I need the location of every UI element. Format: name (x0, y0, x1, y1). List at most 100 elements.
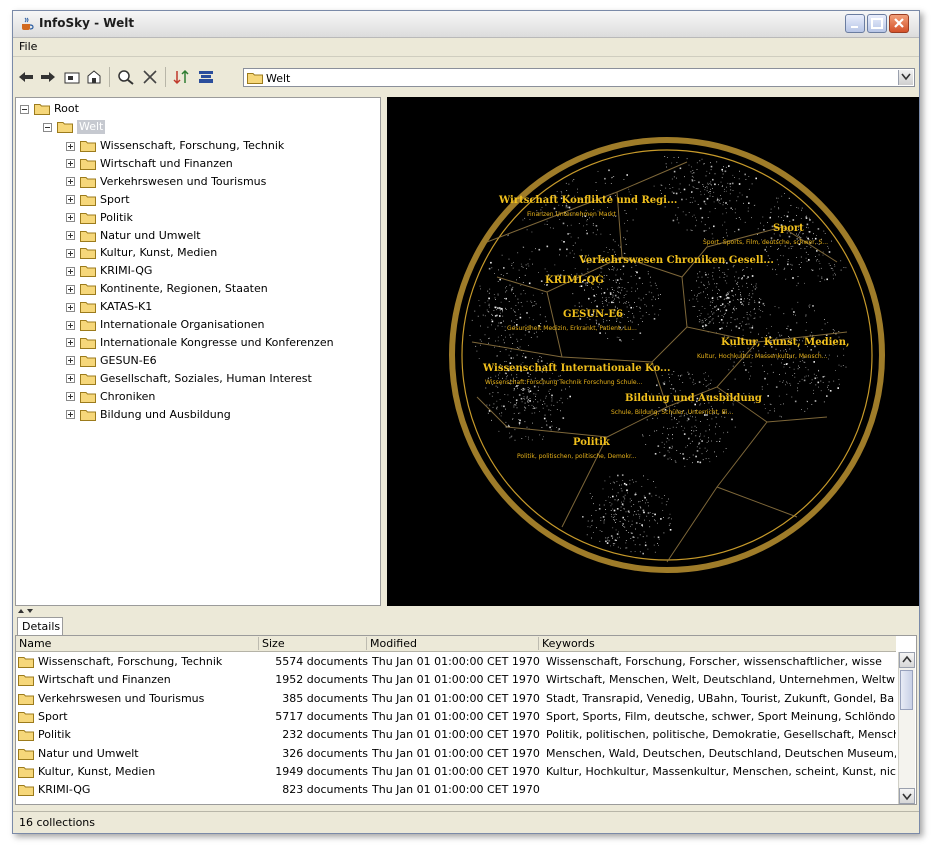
tab-details[interactable]: Details (17, 617, 63, 635)
tree-node[interactable]: Natur und Umwelt (66, 228, 201, 244)
table-row[interactable]: Kultur, Kunst, Medien 1949 documents Thu J… (16, 763, 896, 781)
column-header-name[interactable]: Name (19, 637, 51, 650)
sort-icon[interactable] (173, 69, 191, 85)
expand-toggle-icon[interactable] (66, 338, 75, 348)
back-arrow-icon[interactable] (17, 69, 35, 85)
folder-icon (80, 230, 96, 242)
expand-toggle-icon[interactable] (66, 374, 75, 384)
collapse-toggle-icon[interactable] (20, 104, 29, 114)
folder-icon (80, 176, 96, 188)
close-x-icon[interactable] (141, 69, 159, 85)
cluster-label[interactable]: GESUN-E6 (563, 309, 623, 320)
tree-label: KATAS-K1 (100, 300, 153, 314)
cluster-label[interactable]: Verkehrswesen Chroniken Gesell... (579, 255, 774, 266)
tree-node[interactable]: Internationale Organisationen (66, 317, 265, 333)
tree-node[interactable]: Kontinente, Regionen, Staaten (66, 281, 268, 297)
table-row[interactable]: Wissenschaft, Forschung, Technik 5574 doc… (16, 653, 896, 671)
cluster-keywords: Kultur, Hochkultur, Massenkultur, Mensch… (697, 353, 828, 360)
filter-icon[interactable] (197, 69, 215, 85)
vertical-scrollbar[interactable] (898, 652, 915, 804)
expand-toggle-icon[interactable] (66, 356, 75, 366)
cluster-label[interactable]: Wissenschaft Internationale Ko... (483, 363, 670, 374)
close-button[interactable] (889, 14, 909, 33)
cell-name: Verkehrswesen und Tourismus (38, 691, 205, 705)
tree-node[interactable]: Bildung und Ausbildung (66, 407, 231, 423)
collapse-toggle-icon[interactable] (43, 122, 52, 132)
main-window: InfoSky - Welt File Welt Root Welt Wisse… (12, 10, 920, 834)
table-row[interactable]: Wirtschaft und Finanzen 1952 documents Thu… (16, 671, 896, 689)
minimize-button[interactable] (845, 14, 865, 33)
tree-node[interactable]: Kultur, Kunst, Medien (66, 245, 217, 261)
tree-node-root[interactable]: Root (20, 101, 79, 117)
tree-node[interactable]: Verkehrswesen und Tourismus (66, 174, 266, 190)
table-row[interactable]: Sport 5717 documents Thu Jan 01 01:00:00 C… (16, 708, 896, 726)
expand-toggle-icon[interactable] (66, 231, 75, 240)
horizontal-splitter[interactable] (13, 607, 919, 615)
scroll-up-button[interactable] (899, 652, 915, 668)
column-header-keywords[interactable]: Keywords (538, 637, 595, 650)
tree-node[interactable]: Chroniken (66, 389, 155, 405)
table-row[interactable]: KRIMI-QG 823 documents Thu Jan 01 01:00:00… (16, 781, 896, 799)
menu-file[interactable]: File (19, 40, 37, 53)
folder-icon (80, 302, 96, 314)
splitter-arrows-icon[interactable] (17, 607, 37, 615)
cluster-label[interactable]: Sport (773, 223, 804, 234)
column-header-size[interactable]: Size (258, 637, 285, 650)
table-row[interactable]: Natur und Umwelt 326 documents Thu Jan 01 … (16, 745, 896, 763)
expand-toggle-icon[interactable] (66, 392, 75, 402)
cluster-label[interactable]: Politik (573, 437, 610, 448)
menu-bar: File (13, 38, 919, 57)
tree-node-welt[interactable]: Welt (43, 119, 106, 135)
tree-node[interactable]: Politik (66, 210, 133, 226)
expand-toggle-icon[interactable] (66, 141, 75, 151)
tree-node[interactable]: Internationale Kongresse und Konferenzen (66, 335, 334, 351)
maximize-button[interactable] (867, 14, 887, 33)
path-combobox[interactable]: Welt (243, 68, 915, 87)
cluster-keywords: Wissenschaft Forschung Technik Forschung… (485, 379, 643, 386)
expand-toggle-icon[interactable] (66, 284, 75, 294)
scrollbar-thumb[interactable] (900, 670, 913, 710)
tree-node[interactable]: Sport (66, 192, 130, 208)
combo-dropdown-button[interactable] (898, 70, 913, 85)
tree-label: GESUN-E6 (100, 353, 157, 367)
expand-toggle-icon[interactable] (66, 213, 75, 223)
expand-toggle-icon[interactable] (66, 159, 75, 169)
cell-keywords: Wirtschaft, Menschen, Welt, Deutschland,… (546, 673, 896, 687)
folder-icon (18, 785, 34, 797)
infosky-galaxy-view[interactable]: Wirtschaft Konflikte und Regi... Finanze… (387, 97, 919, 606)
search-zoom-icon[interactable] (117, 69, 135, 85)
table-row[interactable]: Politik 232 documents Thu Jan 01 01:00:00 … (16, 726, 896, 744)
path-value: Welt (266, 72, 291, 85)
cluster-label[interactable]: KRIMI-QG (545, 275, 604, 286)
expand-toggle-icon[interactable] (66, 410, 75, 419)
cell-name: Kultur, Kunst, Medien (38, 764, 156, 778)
expand-toggle-icon[interactable] (66, 302, 75, 312)
tree-node[interactable]: KRIMI-QG (66, 263, 152, 279)
cluster-label[interactable]: Bildung und Ausbildung (625, 393, 762, 404)
cluster-label[interactable]: Wirtschaft Konflikte und Regi... (499, 195, 677, 206)
column-header-modified[interactable]: Modified (366, 637, 417, 650)
folder-icon (80, 391, 96, 403)
cell-name: Politik (38, 728, 71, 742)
folder-up-icon[interactable] (63, 69, 81, 85)
expand-toggle-icon[interactable] (66, 195, 75, 205)
cell-modified: Thu Jan 01 01:00:00 CET 1970 (372, 673, 540, 687)
folder-icon (247, 73, 263, 84)
expand-toggle-icon[interactable] (66, 248, 75, 258)
tree-node[interactable]: Gesellschaft, Soziales, Human Interest (66, 371, 312, 387)
expand-toggle-icon[interactable] (66, 266, 75, 276)
tree-node[interactable]: Wissenschaft, Forschung, Technik (66, 138, 284, 154)
cluster-label[interactable]: Kultur, Kunst, Medien, (721, 337, 850, 348)
title-bar[interactable]: InfoSky - Welt (13, 11, 919, 38)
expand-toggle-icon[interactable] (66, 320, 75, 330)
tree-node[interactable]: KATAS-K1 (66, 299, 152, 315)
table-row[interactable]: Verkehrswesen und Tourismus 385 documents… (16, 690, 896, 708)
galaxy-map[interactable] (387, 97, 919, 606)
cluster-keywords: Sport, Sports, Film, deutsche, schwer, S… (703, 239, 829, 246)
tree-node[interactable]: Wirtschaft und Finanzen (66, 156, 233, 172)
tree-node[interactable]: GESUN-E6 (66, 353, 157, 369)
home-icon[interactable] (85, 69, 103, 85)
expand-toggle-icon[interactable] (66, 177, 75, 187)
forward-arrow-icon[interactable] (39, 69, 57, 85)
scroll-down-button[interactable] (899, 788, 915, 804)
